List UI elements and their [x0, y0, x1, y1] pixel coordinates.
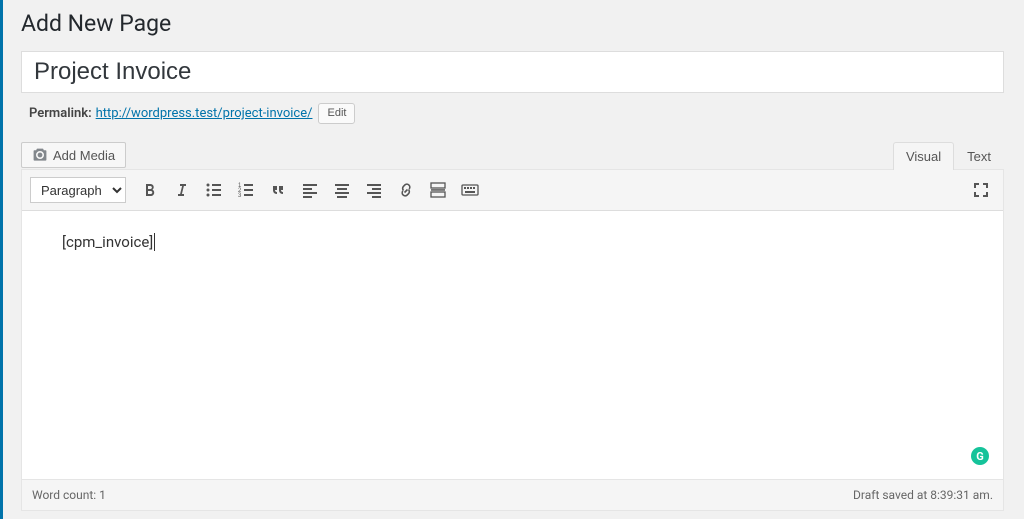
- bold-icon: [140, 180, 160, 200]
- kitchensink-button[interactable]: [456, 176, 484, 204]
- camera-icon: [32, 147, 48, 163]
- bullet-list-button[interactable]: [200, 176, 228, 204]
- align-center-icon: [332, 180, 352, 200]
- align-left-icon: [300, 180, 320, 200]
- align-right-button[interactable]: [360, 176, 388, 204]
- post-title-input[interactable]: [21, 51, 1004, 93]
- editor-box: Paragraph 123: [21, 169, 1004, 511]
- grammarly-icon[interactable]: G: [971, 447, 989, 465]
- add-media-button[interactable]: Add Media: [21, 142, 126, 168]
- numbered-list-button[interactable]: 123: [232, 176, 260, 204]
- format-select[interactable]: Paragraph: [30, 177, 126, 203]
- bold-button[interactable]: [136, 176, 164, 204]
- editor-toolbar: Paragraph 123: [22, 170, 1003, 211]
- link-button[interactable]: [392, 176, 420, 204]
- editor-content-area[interactable]: [cpm_invoice] G: [22, 211, 1003, 479]
- fullscreen-button[interactable]: [967, 176, 995, 204]
- word-count-label: Word count: 1: [32, 488, 106, 502]
- italic-icon: [172, 180, 192, 200]
- align-center-button[interactable]: [328, 176, 356, 204]
- media-toolbar-row: Add Media Visual Text: [21, 142, 1004, 169]
- quote-icon: [268, 180, 288, 200]
- tab-visual[interactable]: Visual: [893, 142, 954, 170]
- page-title: Add New Page: [21, 0, 1004, 51]
- title-input-wrap: [21, 51, 1004, 93]
- ul-icon: [204, 180, 224, 200]
- add-media-label: Add Media: [53, 148, 115, 163]
- editor-footer: Word count: 1 Draft saved at 8:39:31 am.: [22, 479, 1003, 510]
- editor-tabs: Visual Text: [893, 142, 1004, 170]
- fullscreen-icon: [971, 180, 991, 200]
- blockquote-button[interactable]: [264, 176, 292, 204]
- draft-saved-label: Draft saved at 8:39:31 am.: [853, 488, 993, 502]
- readmore-button[interactable]: [424, 176, 452, 204]
- italic-button[interactable]: [168, 176, 196, 204]
- edit-slug-button[interactable]: Edit: [318, 103, 355, 125]
- permalink-label: Permalink:: [29, 106, 92, 121]
- permalink-row: Permalink: http://wordpress.test/project…: [21, 98, 1004, 125]
- align-left-button[interactable]: [296, 176, 324, 204]
- permalink-url-link[interactable]: http://wordpress.test/project-invoice/: [96, 106, 313, 121]
- keyboard-icon: [460, 180, 480, 200]
- editor-content-text: [cpm_invoice]: [62, 233, 155, 251]
- readmore-icon: [428, 180, 448, 200]
- tab-text[interactable]: Text: [954, 142, 1004, 170]
- link-icon: [396, 180, 416, 200]
- svg-text:3: 3: [238, 193, 242, 199]
- ol-icon: 123: [236, 180, 256, 200]
- align-right-icon: [364, 180, 384, 200]
